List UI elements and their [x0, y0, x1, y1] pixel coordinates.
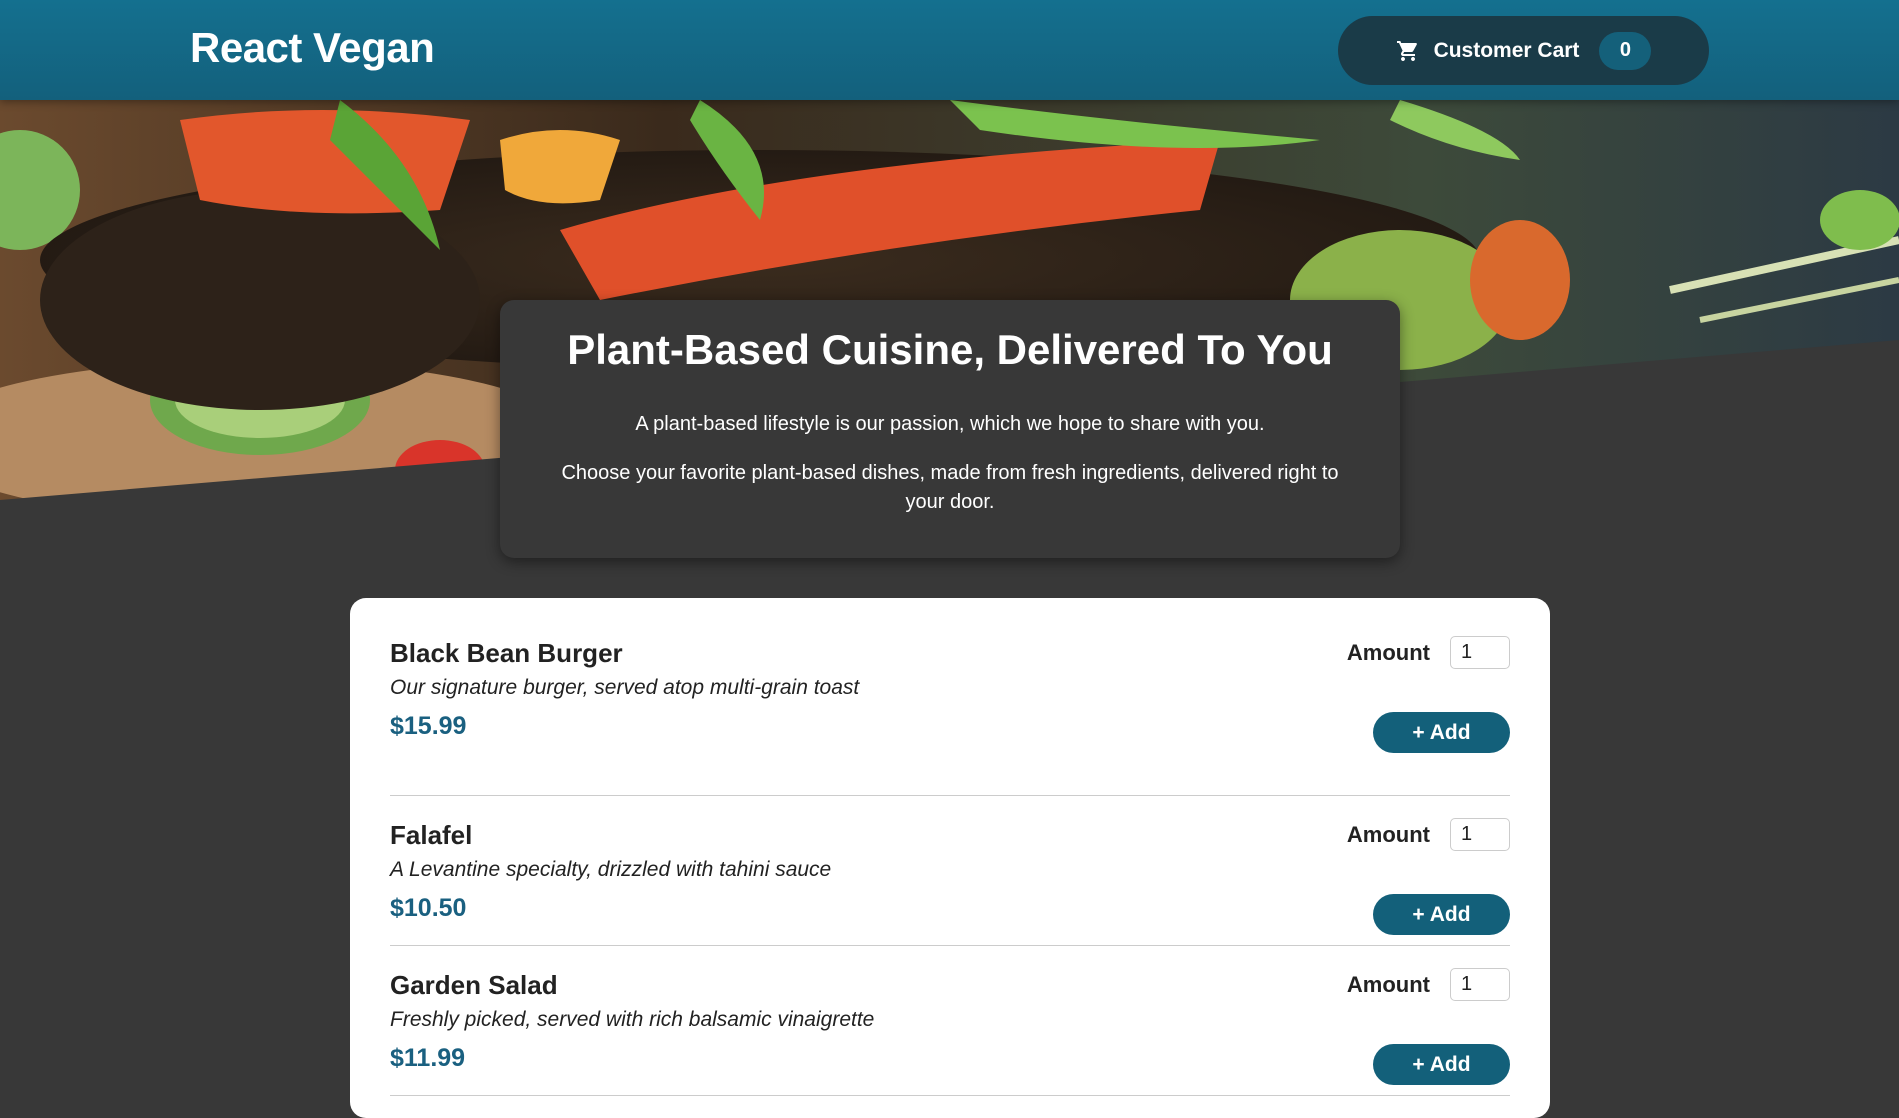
customer-cart-button[interactable]: Customer Cart 0	[1338, 16, 1709, 85]
meal-price: $11.99	[390, 1044, 466, 1072]
amount-label: Amount	[1346, 971, 1430, 997]
add-button[interactable]: + Add	[1373, 712, 1510, 753]
amount-label: Amount	[1346, 639, 1430, 665]
intro-card: Plant-Based Cuisine, Delivered To You A …	[500, 300, 1400, 558]
amount-control: Amount	[1347, 968, 1510, 1001]
amount-input[interactable]	[1450, 968, 1510, 1001]
meal-price: $15.99	[390, 712, 467, 740]
app-header: React Vegan Customer Cart 0	[0, 0, 1899, 100]
meal-item: Garden Salad Freshly picked, served with…	[390, 946, 1510, 1096]
intro-title: Plant-Based Cuisine, Delivered To You	[567, 326, 1333, 373]
cart-label: Customer Cart	[1433, 38, 1580, 62]
brand-title: React Vegan	[190, 24, 435, 71]
amount-input[interactable]	[1450, 818, 1510, 851]
cart-count-badge: 0	[1599, 31, 1652, 70]
meals-list: Black Bean Burger Our signature burger, …	[350, 598, 1550, 1118]
meal-item: Falafel A Levantine specialty, drizzled …	[390, 796, 1510, 946]
amount-control: Amount	[1347, 818, 1510, 851]
shopping-cart-icon	[1396, 39, 1420, 63]
intro-paragraph-2: Choose your favorite plant-based dishes,…	[561, 462, 1339, 513]
meal-description: Freshly picked, served with rich balsami…	[390, 1008, 875, 1031]
intro-paragraph-1: A plant-based lifestyle is our passion, …	[635, 413, 1265, 435]
meal-description: Our signature burger, served atop multi-…	[390, 676, 860, 699]
amount-control: Amount	[1347, 636, 1510, 669]
meal-name: Black Bean Burger	[390, 638, 623, 668]
meal-price: $10.50	[390, 894, 467, 922]
meal-name: Garden Salad	[390, 970, 558, 1000]
add-button[interactable]: + Add	[1373, 1044, 1510, 1085]
meal-description: A Levantine specialty, drizzled with tah…	[390, 858, 832, 881]
meal-name: Falafel	[390, 820, 473, 850]
add-button[interactable]: + Add	[1373, 894, 1510, 935]
meal-item: Black Bean Burger Our signature burger, …	[390, 628, 1510, 796]
amount-input[interactable]	[1450, 636, 1510, 669]
amount-label: Amount	[1346, 821, 1430, 847]
